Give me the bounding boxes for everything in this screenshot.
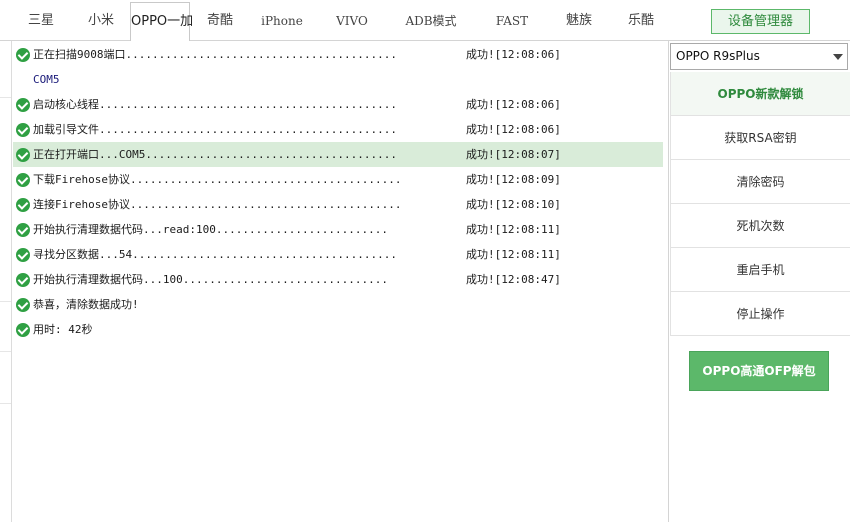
log-message: 寻找分区数据...54.............................… (33, 248, 398, 261)
device-model-select[interactable]: OPPO R9sPlus (670, 43, 848, 70)
oppo-ofp-unpack-button[interactable]: OPPO高通OFP解包 (689, 351, 829, 391)
log-row: 连接Firehose协议............................… (13, 192, 663, 217)
tab-meizu[interactable]: 魅族 (556, 8, 602, 34)
divider (0, 351, 11, 352)
action-list: OPPO新款解锁 获取RSA密钥 清除密码 死机次数 重启手机 停止操作 (670, 72, 850, 336)
divider (0, 301, 11, 302)
log-result: 成功![12:08:11] (466, 248, 561, 261)
log-message: 下载Firehose协议............................… (33, 173, 402, 186)
log-result: 成功![12:08:07] (466, 148, 561, 161)
log-result: 成功![12:08:06] (466, 98, 561, 111)
oppo-new-unlock-button[interactable]: OPPO新款解锁 (670, 72, 850, 116)
log-message: COM5 (33, 73, 60, 86)
check-circle-icon (16, 123, 30, 137)
tab-leku[interactable]: 乐酷 (618, 8, 664, 34)
check-circle-icon (16, 148, 30, 162)
log-row: 加载引导文件..................................… (13, 117, 663, 142)
tab-samsung[interactable]: 三星 (18, 8, 64, 34)
check-circle-icon (16, 198, 30, 212)
log-row-selected[interactable]: 正在打开端口...COM5...........................… (13, 142, 663, 167)
log-result: 成功![12:08:47] (466, 273, 561, 286)
check-circle-icon (16, 298, 30, 312)
log-message: 开始执行清理数据代码...read:100...................… (33, 223, 389, 236)
log-row: 寻找分区数据...54.............................… (13, 242, 663, 267)
check-circle-icon (16, 48, 30, 62)
tab-oppo-oneplus[interactable]: OPPO一加 (130, 2, 193, 42)
tab-adb-mode[interactable]: ADB模式 (402, 8, 460, 34)
clear-password-button[interactable]: 清除密码 (670, 160, 850, 204)
reboot-phone-button[interactable]: 重启手机 (670, 248, 850, 292)
check-circle-icon (16, 273, 30, 287)
log-result: 成功![12:08:09] (466, 173, 561, 186)
tab-bar: 三星 小米 OPPO一加 奇酷 iPhone VIVO ADB模式 FAST 魅… (0, 0, 850, 42)
log-message: 用时: 42秒 (33, 323, 93, 336)
crash-count-button[interactable]: 死机次数 (670, 204, 850, 248)
divider (0, 97, 11, 98)
check-circle-icon (16, 223, 30, 237)
tab-vivo[interactable]: VIVO (326, 8, 378, 34)
log-row: 恭喜，清除数据成功! (13, 292, 663, 317)
chevron-down-icon[interactable] (833, 54, 843, 60)
check-circle-icon (16, 173, 30, 187)
tab-xiaomi[interactable]: 小米 (78, 8, 124, 34)
device-model-value: OPPO R9sPlus (676, 49, 760, 63)
log-result: 成功![12:08:06] (466, 123, 561, 136)
stop-operation-button[interactable]: 停止操作 (670, 292, 850, 336)
log-result: 成功![12:08:06] (466, 48, 561, 61)
tab-qiku[interactable]: 奇酷 (196, 8, 244, 34)
log-message: 正在打开端口...COM5...........................… (33, 148, 398, 161)
log-panel: 正在扫描9008端口..............................… (13, 41, 669, 522)
log-message: 开始执行清理数据代码...100........................… (33, 273, 389, 286)
log-result: 成功![12:08:11] (466, 223, 561, 236)
tab-iphone[interactable]: iPhone (252, 8, 312, 34)
log-row: 开始执行清理数据代码...100........................… (13, 267, 663, 292)
log-row: 下载Firehose协议............................… (13, 167, 663, 192)
log-row: 开始执行清理数据代码...read:100...................… (13, 217, 663, 242)
get-rsa-key-button[interactable]: 获取RSA密钥 (670, 116, 850, 160)
check-circle-icon (16, 323, 30, 337)
tab-fast[interactable]: FAST (486, 8, 538, 34)
check-circle-icon (16, 248, 30, 262)
divider (0, 403, 11, 404)
log-message: 恭喜，清除数据成功! (33, 298, 139, 311)
log-row: COM5 (13, 67, 663, 92)
log-row: 启动核心线程..................................… (13, 92, 663, 117)
log-message: 启动核心线程..................................… (33, 98, 398, 111)
left-edge-panel (0, 41, 12, 522)
log-message: 正在扫描9008端口..............................… (33, 48, 398, 61)
right-panel: OPPO R9sPlus OPPO新款解锁 获取RSA密钥 清除密码 死机次数 … (670, 41, 850, 522)
check-circle-icon (16, 98, 30, 112)
log-message: 加载引导文件..................................… (33, 123, 398, 136)
device-manager-button[interactable]: 设备管理器 (711, 9, 810, 34)
log-row: 用时: 42秒 (13, 317, 663, 342)
log-row: 正在扫描9008端口..............................… (13, 42, 663, 67)
log-message: 连接Firehose协议............................… (33, 198, 402, 211)
log-result: 成功![12:08:10] (466, 198, 561, 211)
